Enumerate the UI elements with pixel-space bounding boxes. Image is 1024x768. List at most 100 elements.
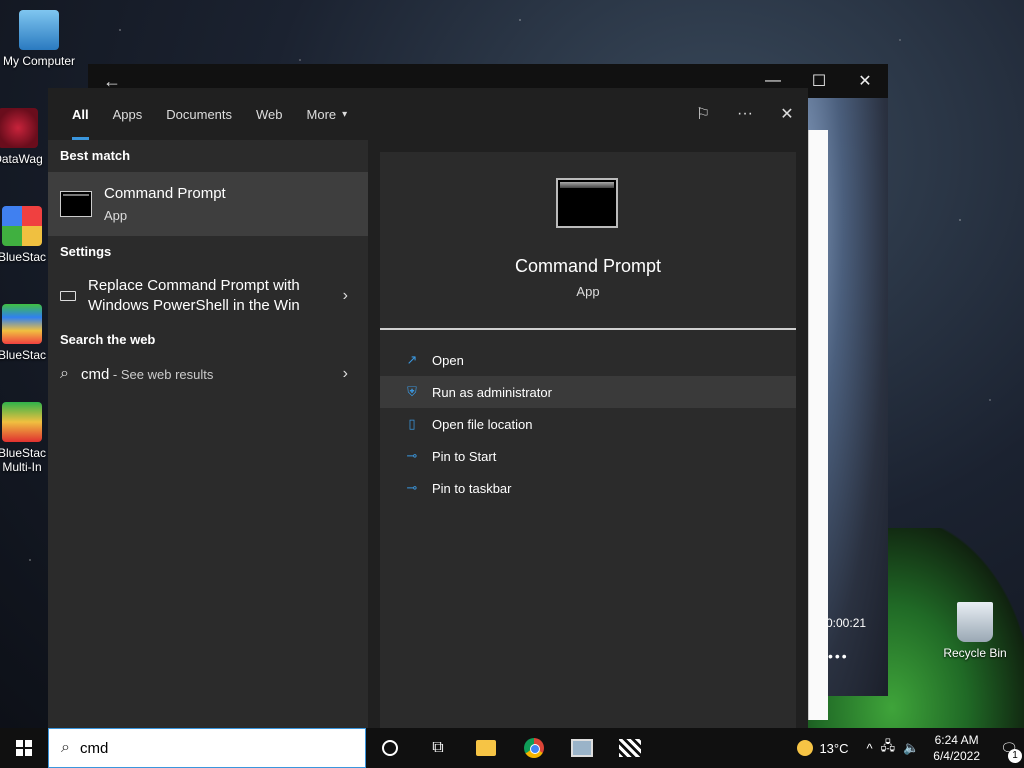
chevron-right-icon[interactable]: › — [343, 287, 348, 305]
file-explorer-button[interactable] — [462, 728, 510, 768]
windows-logo-icon — [16, 740, 32, 756]
setting-monitor-icon — [60, 291, 76, 301]
action-label: Open file location — [432, 416, 533, 432]
options-icon[interactable]: ··· — [724, 88, 766, 140]
web-result-cmd[interactable]: ⌕ cmd - See web results › — [48, 356, 368, 392]
network-icon[interactable]: 🖧 — [881, 737, 896, 759]
recycle-bin-icon — [957, 602, 993, 642]
web-hint: - See web results — [109, 366, 214, 382]
command-prompt-icon — [60, 191, 92, 217]
desktop-icon-bluestacks-2[interactable]: BlueStac — [0, 304, 54, 362]
bluestacks-multi-icon — [2, 402, 42, 442]
tab-label: More — [306, 106, 337, 122]
tab-web[interactable]: Web — [244, 88, 295, 140]
chevron-up-icon[interactable]: ^ — [866, 741, 872, 756]
bluestacks-icon — [2, 206, 42, 246]
desktop-icon-label: BlueStac — [0, 250, 47, 264]
cortana-icon — [382, 740, 398, 756]
clock-time: 6:24 AM — [934, 733, 979, 747]
action-run-as-admin[interactable]: ⛨ Run as administrator — [380, 376, 796, 408]
tab-label: Web — [256, 106, 283, 122]
volume-icon[interactable]: 🔈 — [903, 740, 919, 756]
action-open[interactable]: ↗ Open — [380, 344, 796, 376]
web-query: cmd — [80, 365, 110, 383]
action-pin-to-taskbar[interactable]: ⊸ Pin to taskbar — [380, 472, 796, 504]
taskbar-search-box[interactable]: ⌕ — [48, 728, 366, 768]
action-pin-to-start[interactable]: ⊸ Pin to Start — [380, 440, 796, 472]
feedback-icon[interactable]: ⚐ — [682, 88, 724, 140]
action-label: Open — [432, 352, 464, 368]
desktop-icon-recycle-bin[interactable]: Recycle Bin — [936, 602, 1014, 660]
action-label: Run as administrator — [432, 384, 552, 400]
side-scroll-panel[interactable] — [808, 130, 828, 720]
clapperboard-icon — [619, 739, 641, 757]
shield-icon: ⛨ — [407, 384, 417, 399]
weather-sun-icon[interactable] — [797, 740, 814, 756]
tab-label: Documents — [166, 106, 233, 122]
settings-header: Settings — [60, 244, 112, 259]
datawag-icon — [0, 108, 38, 148]
action-list: ↗ Open ⛨ Run as administrator ▯ Open fil… — [380, 330, 796, 504]
bluestacks-icon — [2, 304, 42, 344]
desktop-icon-my-computer[interactable]: My Computer — [0, 10, 78, 68]
tab-more[interactable]: More ▾ — [295, 88, 360, 140]
system-tray: 13°C ^ 🖧 🔈 6:24 AM 6/4/2022 🗨 1 — [797, 728, 1024, 768]
search-icon: ⌕ — [61, 739, 70, 756]
start-search-panel: All Apps Documents Web More ▾ ⚐ ··· ✕ Bes… — [48, 88, 808, 728]
search-input[interactable] — [79, 739, 330, 757]
tab-apps[interactable]: Apps — [101, 88, 155, 140]
file-icon: ▯ — [408, 416, 416, 431]
computer-icon — [19, 10, 59, 50]
result-title: Command Prompt — [104, 185, 226, 202]
desktop-icon-label: BlueStac Multi-In — [0, 446, 47, 474]
close-icon[interactable]: ✕ — [766, 88, 808, 140]
pin-icon: ⊸ — [406, 448, 418, 463]
more-options-icon[interactable]: ••• — [828, 648, 849, 664]
taskbar: ⌕ ⧉ 13°C ^ 🖧 🔈 6:24 AM 6/4/2022 🗨 1 — [0, 728, 1024, 768]
task-view-button[interactable]: ⧉ — [414, 728, 462, 768]
clock-date: 6/4/2022 — [933, 749, 980, 763]
setting-text: Replace Command Prompt with Windows Powe… — [88, 277, 300, 314]
notification-center-button[interactable]: 🗨 1 — [994, 740, 1024, 763]
detail-title: Command Prompt — [514, 256, 662, 276]
action-label: Pin to Start — [432, 448, 497, 464]
folder-icon — [476, 740, 496, 756]
notification-badge: 1 — [1008, 748, 1022, 763]
detail-pane: Command Prompt App ↗ Open ⛨ Run as admin… — [380, 152, 796, 728]
start-button[interactable] — [0, 728, 48, 768]
desktop-icon-label: DataWag — [0, 152, 43, 166]
window-close-button[interactable]: ✕ — [842, 71, 888, 91]
search-web-header: Search the web — [60, 332, 156, 347]
best-match-header: Best match — [60, 148, 131, 163]
desktop-icon-bluestacks-multi[interactable]: BlueStac Multi-In — [0, 402, 54, 474]
chevron-right-icon[interactable]: › — [343, 365, 348, 383]
cortana-button[interactable] — [366, 728, 414, 768]
pin-icon: ⊸ — [406, 480, 418, 495]
desktop-icon-bluestacks-1[interactable]: BlueStac — [0, 206, 54, 264]
search-results: Best match Command Prompt App Settings R… — [48, 140, 368, 728]
weather-temperature[interactable]: 13°C — [819, 741, 848, 756]
setting-replace-powershell[interactable]: Replace Command Prompt with Windows Powe… — [48, 268, 368, 324]
desktop-icon-label: BlueStac — [0, 348, 47, 362]
chrome-button[interactable] — [510, 728, 558, 768]
search-icon: ⌕ — [60, 365, 69, 382]
video-time: 0:00:21 — [826, 616, 867, 630]
best-match-command-prompt[interactable]: Command Prompt App — [48, 172, 368, 236]
desktop-icon-label: Recycle Bin — [943, 646, 1007, 660]
chrome-icon — [524, 738, 544, 758]
open-icon: ↗ — [406, 352, 418, 367]
photos-button[interactable] — [558, 728, 606, 768]
tab-label: Apps — [112, 106, 143, 122]
chevron-down-icon: ▾ — [342, 108, 348, 120]
desktop-icon-datawag[interactable]: DataWag — [0, 108, 50, 166]
detail-subtitle: App — [576, 284, 600, 299]
tab-label: All — [72, 106, 89, 122]
tab-documents[interactable]: Documents — [154, 88, 244, 140]
command-prompt-large-icon — [556, 178, 618, 228]
video-editor-button[interactable] — [606, 728, 654, 768]
action-label: Pin to taskbar — [432, 480, 512, 496]
photos-icon — [571, 739, 593, 757]
action-open-file-location[interactable]: ▯ Open file location — [380, 408, 796, 440]
tab-all[interactable]: All — [60, 88, 101, 140]
clock[interactable]: 6:24 AM 6/4/2022 — [933, 732, 980, 764]
